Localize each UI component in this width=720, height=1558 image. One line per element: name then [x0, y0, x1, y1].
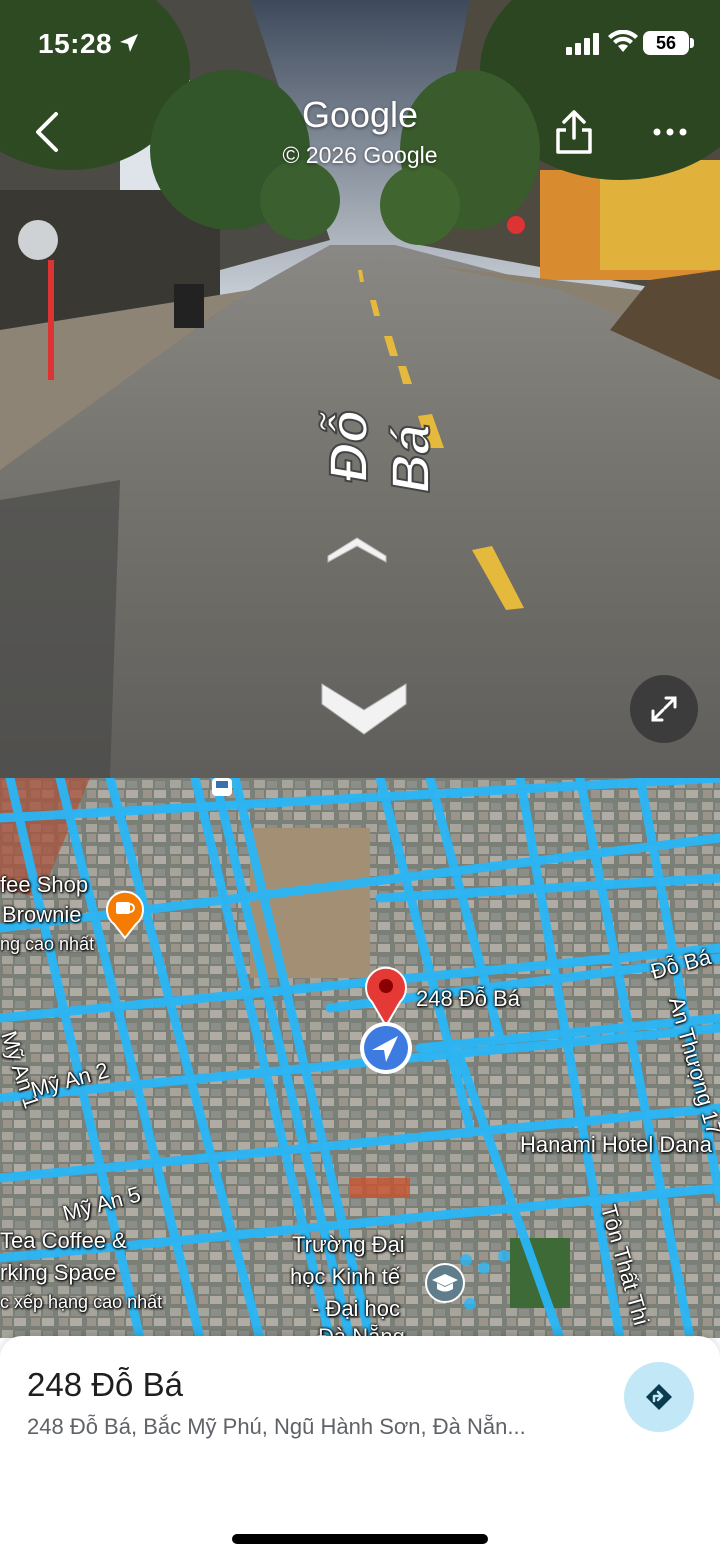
map-view[interactable]: fee Shop Brownie ng cao nhất Mỹ An 1 Mỹ … — [0, 778, 720, 1338]
map-label-hanami-hotel[interactable]: Hanami Hotel Dana — [520, 1132, 712, 1158]
battery-icon: 56 — [643, 31, 689, 55]
directions-button[interactable] — [624, 1362, 694, 1432]
status-time: 15:28 — [38, 28, 113, 59]
bus-stop-icon[interactable] — [210, 778, 234, 798]
school-marker-icon[interactable] — [424, 1262, 466, 1304]
wifi-icon — [608, 30, 638, 52]
map-label-brownie[interactable]: Brownie — [2, 902, 81, 928]
status-bar: 15:28 56 — [0, 0, 720, 90]
directions-icon — [646, 1384, 672, 1410]
map-label-working-space[interactable]: rking Space — [0, 1260, 116, 1286]
map-label-pin-address: 248 Đỗ Bá — [416, 986, 520, 1011]
chevron-down-icon[interactable] — [318, 676, 410, 742]
my-location-icon[interactable] — [358, 1020, 414, 1076]
map-label-dai-hoc[interactable]: - Đại học — [312, 1296, 400, 1322]
place-title: 248 Đỗ Bá — [27, 1366, 183, 1403]
street-view-panel[interactable]: 15:28 56 Google © 2026 Google Đỗ Bá — [0, 0, 720, 778]
location-pin-icon[interactable] — [362, 966, 410, 1028]
place-address: 248 Đỗ Bá, Bắc Mỹ Phú, Ngũ Hành Sơn, Đà … — [27, 1414, 526, 1439]
chevron-up-icon[interactable] — [324, 530, 390, 566]
google-brand: Google — [301, 94, 419, 135]
map-label-coffee-rating: ng cao nhất — [0, 934, 95, 954]
map-label-hoc-kinh-te[interactable]: học Kinh tế — [290, 1264, 400, 1290]
battery-nub — [690, 38, 694, 48]
location-arrow-icon — [120, 34, 138, 52]
cafe-marker-icon[interactable] — [104, 888, 146, 940]
map-label-tea-coffee[interactable]: Tea Coffee & — [0, 1228, 127, 1254]
share-icon[interactable] — [552, 108, 596, 156]
road-name-overlay: Đỗ Bá — [312, 372, 442, 498]
expand-icon — [651, 696, 677, 722]
signal-icon — [566, 33, 599, 55]
expand-button[interactable] — [630, 675, 698, 743]
place-bottom-sheet[interactable]: 248 Đỗ Bá 248 Đỗ Bá, Bắc Mỹ Phú, Ngũ Hàn… — [0, 1336, 720, 1558]
map-label-coffee-shop[interactable]: fee Shop — [0, 872, 88, 898]
map-label-tea-rating: c xếp hạng cao nhất — [0, 1292, 163, 1312]
map-label-truong-dai[interactable]: Trường Đại — [292, 1232, 405, 1258]
more-horizontal-icon[interactable] — [650, 118, 690, 146]
copyright-text: © 2026 Google — [282, 142, 438, 168]
home-indicator — [232, 1534, 488, 1544]
